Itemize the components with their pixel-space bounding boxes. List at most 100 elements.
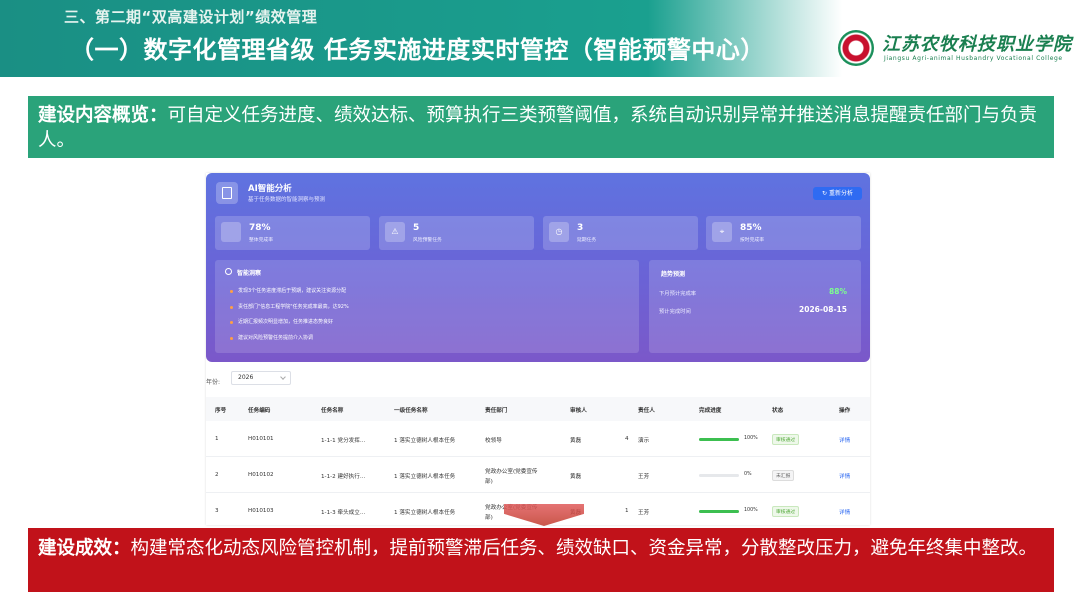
col-header: 责任人	[638, 408, 655, 414]
cell-name: 1-1-1 党分发挥…	[321, 438, 366, 444]
table-row[interactable]: 1 H010101 1-1-1 党分发挥… 1 落实立德树人根本任务 校领导 黄…	[206, 421, 870, 457]
reanalyze-label: 重新分析	[828, 190, 853, 197]
cell-dept-cont: 部)	[485, 515, 493, 521]
col-header: 完成进度	[699, 408, 722, 414]
clock-icon: ◷	[549, 222, 569, 242]
trend-card: 趋势预测 下月预计完成率 88% 预计完成时间 2026-08-15	[649, 260, 861, 353]
cell-name: 1-1-2 建好执行…	[321, 474, 366, 480]
cell-no: 1	[215, 436, 219, 442]
cell-dept: 党政办公室(党委宣传	[485, 469, 538, 475]
progress-bar	[699, 510, 739, 513]
trend-title: 趋势预测	[661, 271, 686, 278]
cell-extra: 1	[625, 508, 629, 514]
cell-parent: 1 落实立德树人根本任务	[394, 510, 456, 516]
table-row[interactable]: 2 H010102 1-1-2 建好执行… 1 落实立德树人根本任务 党政办公室…	[206, 457, 870, 493]
detail-link[interactable]: 详情	[839, 436, 850, 444]
progress-fill	[699, 510, 739, 513]
col-header: 责任部门	[485, 408, 508, 414]
cell-name: 1-1-3 牵头成立…	[321, 510, 366, 516]
cell-owner: 王芳	[638, 474, 650, 480]
chart-icon	[221, 222, 241, 242]
insight-item: 建议对风险预警任务提前介入协调	[230, 331, 349, 347]
overview-label: 建设内容概览：	[38, 105, 168, 126]
warning-icon: ⚠	[385, 222, 405, 242]
status-badge: 审核通过	[772, 506, 800, 517]
status-badge: 未汇报	[772, 470, 795, 481]
trend-label: 下月预计完成率	[659, 291, 697, 297]
cell-no: 2	[215, 472, 219, 478]
stat-value: 5	[413, 223, 420, 233]
cell-parent: 1 落实立德树人根本任务	[394, 438, 456, 444]
status-badge: 审核通过	[772, 434, 800, 445]
page-title: （一）数字化管理省级 任务实施进度实时管控（智能预警中心）	[70, 36, 765, 64]
cell-code: H010101	[248, 436, 274, 442]
progress-bar	[699, 474, 739, 477]
year-label: 年份:	[206, 379, 221, 386]
col-header: 状态	[772, 408, 784, 414]
trend-value: 2026-08-15	[799, 305, 847, 314]
cell-reviewer: 黄磊	[570, 438, 582, 444]
progress-text: 0%	[744, 472, 752, 477]
insight-item: 发现3个任务进度滞后于预期，建议关注资源分配	[230, 284, 349, 300]
stat-value: 85%	[740, 223, 762, 233]
header-banner: 三、第二期“双高建设计划”绩效管理 （一）数字化管理省级 任务实施进度实时管控（…	[0, 0, 1080, 77]
stat-value: 3	[577, 223, 584, 233]
section-subtitle: 三、第二期“双高建设计划”绩效管理	[64, 8, 318, 26]
progress-bar	[699, 438, 739, 441]
insight-item: 近期汇报频次明显增加，任务推进态势良好	[230, 315, 349, 331]
school-name-en: Jiangsu Agri-animal Husbandry Vocational…	[884, 55, 1063, 62]
cell-dept: 校领导	[485, 438, 502, 444]
trend-value: 88%	[829, 287, 847, 296]
year-select[interactable]: 2026	[231, 371, 291, 385]
reanalyze-button[interactable]: ↻ 重新分析	[813, 187, 862, 200]
ai-panel-subtitle: 基于任务数据的智能洞察与预测	[248, 197, 326, 203]
cell-reviewer: 黄磊	[570, 474, 582, 480]
detail-link[interactable]: 详情	[839, 508, 850, 516]
col-header: 任务名称	[321, 408, 344, 414]
stat-card-ontime: ⌖ 85% 按时完成率	[706, 216, 861, 250]
result-box: 建设成效：构建常态化动态风险管控机制，提前预警滞后任务、绩效缺口、资金异常，分散…	[28, 528, 1054, 592]
stat-card-delay: ◷ 3 延期任务	[543, 216, 698, 250]
cell-dept-cont: 部)	[485, 479, 493, 485]
col-header: 审核人	[570, 408, 587, 414]
cell-code: H010102	[248, 472, 274, 478]
school-name-cn: 江苏农牧科技职业学院	[882, 34, 1072, 55]
cell-extra: 4	[625, 436, 629, 442]
overview-text: 可自定义任务进度、绩效达标、预算执行三类预警阈值，系统自动识别异常并推送消息提醒…	[38, 105, 1038, 151]
cell-parent: 1 落实立德树人根本任务	[394, 474, 456, 480]
stat-label: 整体完成率	[249, 238, 273, 243]
col-header: 一级任务名称	[394, 408, 428, 414]
document-icon	[216, 182, 238, 204]
result-label: 建设成效：	[38, 538, 131, 559]
result-text: 构建常态化动态风险管控机制，提前预警滞后任务、绩效缺口、资金异常，分散整改压力，…	[130, 538, 1038, 559]
cell-code: H010103	[248, 508, 274, 514]
stat-label: 延期任务	[577, 238, 597, 243]
progress-fill	[699, 438, 739, 441]
cell-no: 3	[215, 508, 219, 514]
stat-label: 按时完成率	[740, 238, 764, 243]
stat-card-risk: ⚠ 5 风险预警任务	[379, 216, 534, 250]
insight-list: 发现3个任务进度滞后于预期，建议关注资源分配 责任部门"信息工程学院"任务完成率…	[230, 284, 349, 347]
progress-text: 100%	[744, 508, 758, 513]
insight-card: 智能洞察 发现3个任务进度滞后于预期，建议关注资源分配 责任部门"信息工程学院"…	[215, 260, 639, 353]
cell-owner: 王芳	[638, 510, 650, 516]
stat-label: 风险预警任务	[413, 238, 442, 243]
table-header: 序号 任务编码 任务名称 一级任务名称 责任部门 审核人 责任人 完成进度 状态…	[206, 397, 870, 421]
target-icon: ⌖	[712, 222, 732, 242]
col-header: 任务编码	[248, 408, 271, 414]
detail-link[interactable]: 详情	[839, 472, 850, 480]
overview-box: 建设内容概览：可自定义任务进度、绩效达标、预算执行三类预警阈值，系统自动识别异常…	[28, 96, 1054, 158]
trend-label: 预计完成时间	[659, 309, 691, 315]
ai-panel-title: AI智能分析	[248, 184, 292, 194]
col-header: 操作	[839, 408, 851, 414]
slide: 三、第二期“双高建设计划”绩效管理 （一）数字化管理省级 任务实施进度实时管控（…	[0, 0, 1080, 603]
stat-card-completion: 78% 整体完成率	[215, 216, 370, 250]
refresh-icon: ↻	[822, 190, 829, 197]
school-logo-icon	[838, 30, 874, 66]
insight-item: 责任部门"信息工程学院"任务完成率最高，达92%	[230, 300, 349, 316]
cell-owner: 演示	[638, 438, 650, 444]
ai-analysis-panel: AI智能分析 基于任务数据的智能洞察与预测 ↻ 重新分析 78% 整体完成率 ⚠…	[206, 173, 870, 362]
lightbulb-icon	[225, 268, 232, 275]
screenshot-frame: AI智能分析 基于任务数据的智能洞察与预测 ↻ 重新分析 78% 整体完成率 ⚠…	[206, 173, 870, 525]
stat-value: 78%	[249, 223, 271, 233]
